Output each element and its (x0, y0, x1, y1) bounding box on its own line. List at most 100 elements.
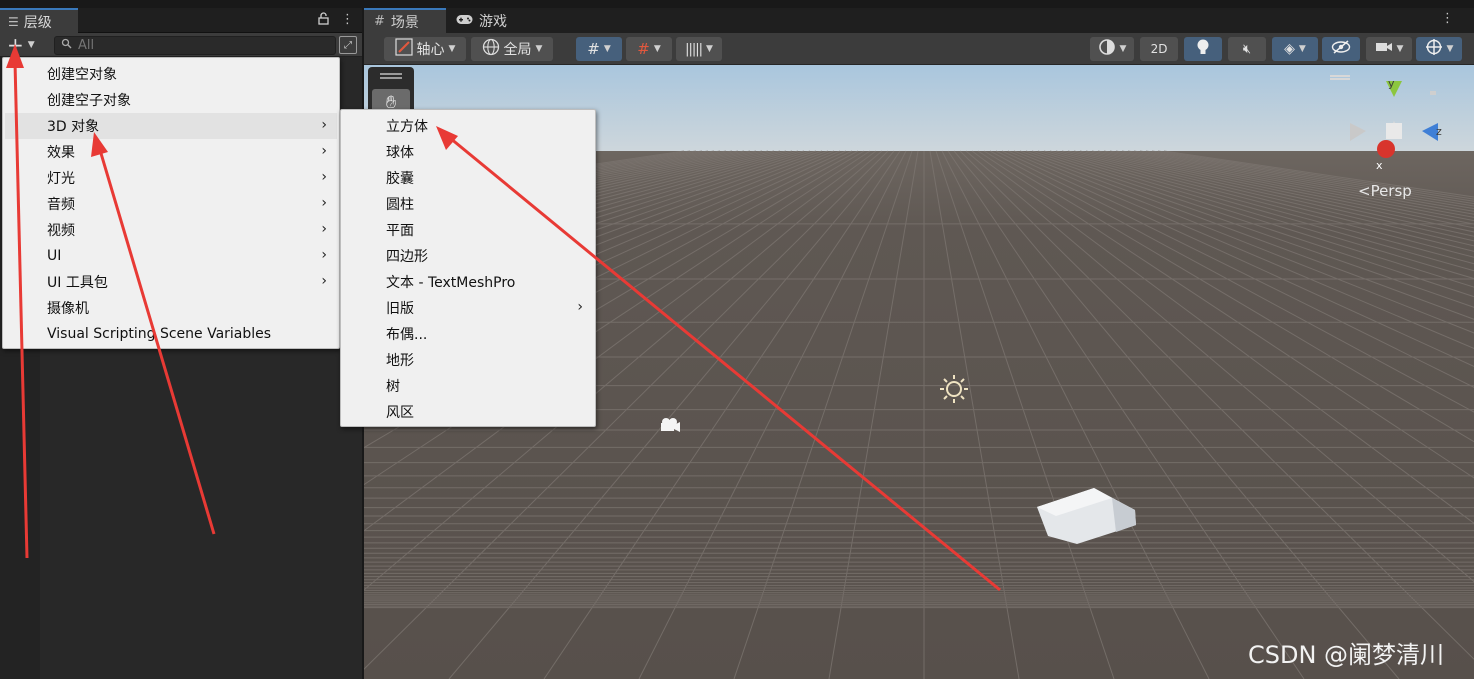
submenu-item[interactable]: 旧版 › (343, 295, 593, 321)
pivot-label: 轴心 (416, 42, 445, 58)
plus-icon: + (7, 33, 24, 57)
2d-toggle[interactable]: 2D (1140, 37, 1178, 61)
gizmo-axis-z: z (1436, 125, 1442, 138)
chevron-right-icon: › (321, 143, 327, 159)
chevron-down-icon: ▼ (1446, 44, 1454, 54)
increment-snap-button[interactable]: # ▼ (626, 37, 672, 61)
chevron-right-icon: › (577, 299, 583, 315)
audio-toggle[interactable]: 🔇︎ (1228, 37, 1266, 61)
chevron-down-icon: ▼ (705, 44, 713, 54)
ruler-snap-button[interactable]: ||||| ▼ (676, 37, 722, 61)
submenu-item-label: 文本 - TextMeshPro (386, 275, 516, 291)
gamepad-icon (456, 13, 473, 29)
create-menu-item-label: 创建空对象 (47, 67, 117, 83)
submenu-item-label: 树 (386, 379, 400, 395)
grid-icon: # (374, 14, 385, 29)
chevron-right-icon: › (321, 247, 327, 263)
create-menu-item-label: 摄像机 (47, 301, 89, 317)
search-input[interactable] (78, 38, 298, 53)
chevron-down-icon: ▼ (535, 44, 543, 54)
increment-snap-icon: # (637, 40, 650, 58)
visibility-toggle[interactable] (1322, 37, 1360, 61)
hierarchy-tab[interactable]: ☰ 层级 (0, 8, 78, 33)
create-menu-item-label: 视频 (47, 223, 75, 239)
tab-scene[interactable]: # 场景 (364, 8, 446, 33)
hierarchy-tab-label: 层级 (23, 14, 52, 31)
lighting-toggle[interactable] (1184, 37, 1222, 61)
scene-toolbar: 轴心 ▼ 全局 ▼ # ▼ # ▼ ||||| ▼ ▼ 2D 🔇︎ ◈ ▼ ▼ … (364, 33, 1474, 65)
submenu-item[interactable]: 平面 (343, 217, 593, 243)
more-options-icon[interactable]: ⋮ (1441, 11, 1454, 26)
chevron-right-icon: › (321, 169, 327, 185)
layers-icon: ◈ (1284, 41, 1295, 57)
submenu-item[interactable]: 立方体 (343, 113, 593, 139)
create-menu-item-label: UI (47, 248, 62, 264)
submenu-item[interactable]: 四边形 (343, 243, 593, 269)
chevron-right-icon: › (321, 273, 327, 289)
chevron-down-icon: ▼ (27, 40, 35, 50)
create-menu-item-label: 3D 对象 (47, 119, 100, 135)
create-menu-item[interactable]: UI › (5, 243, 337, 269)
gizmos-dropdown[interactable]: ▼ (1416, 37, 1462, 61)
pivot-dropdown[interactable]: 轴心 ▼ (384, 37, 466, 61)
submenu-item[interactable]: 文本 - TextMeshPro (343, 269, 593, 295)
create-menu-item[interactable]: 视频 › (5, 217, 337, 243)
effects-dropdown[interactable]: ◈ ▼ (1272, 37, 1318, 61)
create-menu-item-label: 创建空子对象 (47, 93, 131, 109)
create-menu-item-label: 音频 (47, 197, 75, 213)
create-menu-item-label: 效果 (47, 145, 75, 161)
create-menu-item[interactable]: 创建空子对象 (5, 87, 337, 113)
mute-icon: 🔇︎ (1242, 41, 1252, 57)
pivot-icon (394, 38, 413, 60)
submenu-item-label: 胶囊 (386, 171, 414, 187)
camera-icon (1375, 41, 1393, 57)
global-dropdown[interactable]: 全局 ▼ (471, 37, 553, 61)
create-menu-item[interactable]: Visual Scripting Scene Variables (5, 321, 337, 347)
create-menu-item-label: Visual Scripting Scene Variables (47, 326, 272, 342)
add-object-button[interactable]: + ▼ (4, 35, 44, 55)
create-menu-item[interactable]: 创建空对象 (5, 61, 337, 87)
submenu-item[interactable]: 地形 (343, 347, 593, 373)
global-label: 全局 (503, 42, 532, 58)
shading-mode-dropdown[interactable]: ▼ (1090, 37, 1134, 61)
projection-toggle[interactable]: <Persp (1358, 182, 1412, 200)
tab-game-label: 游戏 (479, 13, 507, 30)
create-menu-item[interactable]: 灯光 › (5, 165, 337, 191)
search-by-type-icon[interactable]: ⤢ (339, 36, 357, 54)
submenu-item[interactable]: 圆柱 (343, 191, 593, 217)
hierarchy-search[interactable] (54, 36, 336, 55)
submenu-item[interactable]: 胶囊 (343, 165, 593, 191)
watermark: CSDN @阑梦清川 (1248, 641, 1445, 669)
more-options-icon[interactable]: ⋮ (341, 12, 354, 29)
hierarchy-toolbar: + ▼ ⤢ (0, 33, 362, 57)
create-menu: 创建空对象 创建空子对象 3D 对象 › 效果 › 灯光 › 音频 › 视频 › UI › UI 工具包 › 摄… (2, 57, 340, 349)
overlay-drag-handle[interactable] (380, 73, 402, 75)
create-menu-item[interactable]: 摄像机 (5, 295, 337, 321)
create-menu-item[interactable]: UI 工具包 › (5, 269, 337, 295)
create-menu-item[interactable]: 3D 对象 › (5, 113, 337, 139)
chevron-down-icon: ▼ (603, 44, 611, 54)
chevron-down-icon: ▼ (1298, 44, 1306, 54)
grid-snap-button[interactable]: # ▼ (576, 37, 622, 61)
tab-game[interactable]: 游戏 (446, 8, 526, 33)
submenu-item[interactable]: 布偶... (343, 321, 593, 347)
gizmo-menu-icon[interactable] (1330, 75, 1350, 77)
search-icon (61, 38, 72, 53)
lightbulb-icon (1196, 38, 1210, 60)
create-menu-item[interactable]: 效果 › (5, 139, 337, 165)
ruler-icon: ||||| (685, 41, 703, 57)
lock-icon[interactable] (318, 12, 329, 29)
create-menu-item[interactable]: 音频 › (5, 191, 337, 217)
submenu-item-label: 四边形 (386, 249, 428, 265)
submenu-item[interactable]: 风区 (343, 399, 593, 425)
submenu-item[interactable]: 球体 (343, 139, 593, 165)
globe-icon (482, 38, 500, 60)
submenu-item-label: 平面 (386, 223, 414, 239)
list-icon: ☰ (8, 14, 19, 29)
3d-object-submenu: 立方体球体胶囊圆柱平面四边形文本 - TextMeshPro 旧版 › 布偶... 地形… (340, 109, 596, 427)
submenu-item-label: 圆柱 (386, 197, 414, 213)
submenu-item[interactable]: 树 (343, 373, 593, 399)
scene-tabbar: # 场景 游戏 ⋮ (364, 8, 1474, 33)
submenu-item-label: 立方体 (386, 119, 428, 135)
camera-dropdown[interactable]: ▼ (1366, 37, 1412, 61)
